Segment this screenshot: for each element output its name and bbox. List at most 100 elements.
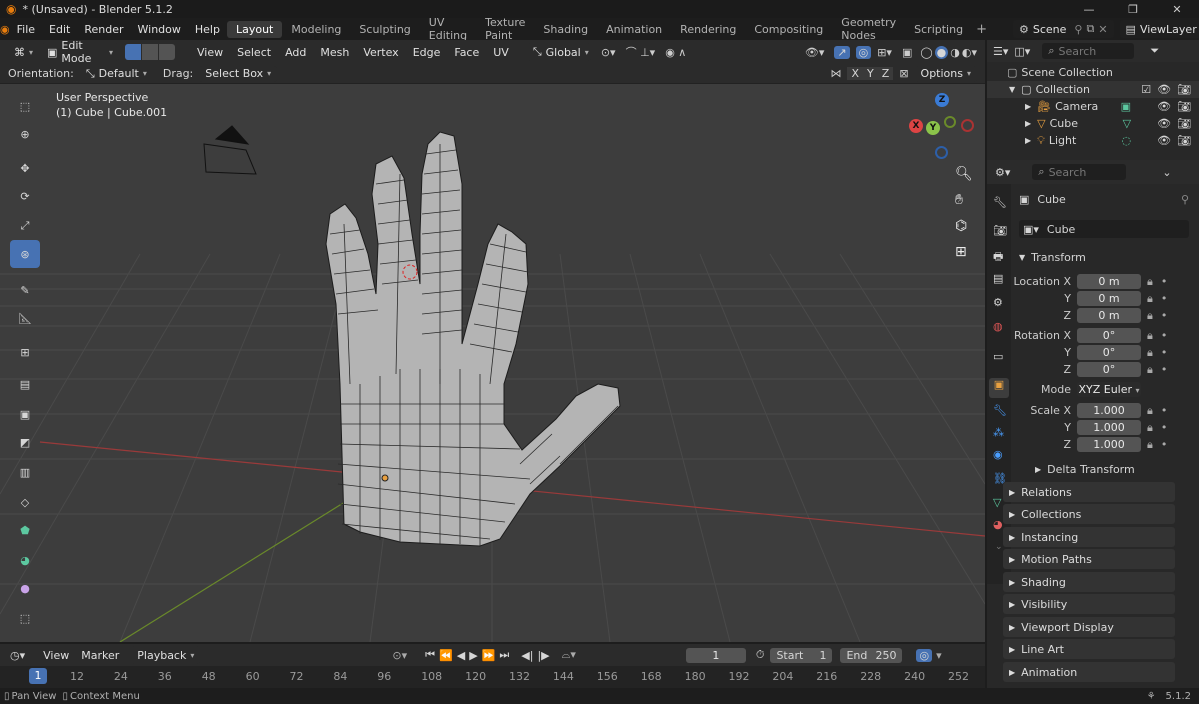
tool-tab-icon[interactable]: 🔧︎ <box>993 196 1007 209</box>
location-z-field[interactable]: 0 m <box>1077 308 1141 323</box>
scene-tab-icon[interactable]: ⚙ <box>993 296 1003 309</box>
collection-tab-icon[interactable]: ▭ <box>993 350 1003 363</box>
remove-scene-icon[interactable]: ✕ <box>1098 23 1107 36</box>
menu-view[interactable]: View <box>191 46 229 59</box>
visibility-icon[interactable]: 👁▾ <box>805 46 825 59</box>
menu-uv[interactable]: UV <box>487 46 515 59</box>
world-tab-icon[interactable]: ◍ <box>993 320 1003 333</box>
keyframe-icon[interactable]: • <box>1161 309 1168 322</box>
view-layer-selector[interactable]: ▤ ViewLayer <box>1119 20 1199 38</box>
lock-icon[interactable]: 🔒︎ <box>1147 404 1153 418</box>
annotate-tool-icon[interactable]: ✎ <box>10 276 40 304</box>
scale-x-field[interactable]: 1.000 <box>1077 403 1141 418</box>
pin-icon[interactable]: ⚲ <box>1181 193 1189 206</box>
gizmo-z-axis[interactable]: Z <box>935 93 949 107</box>
object-tab-icon[interactable]: ▣ <box>989 378 1009 398</box>
tab-shading[interactable]: Shading <box>534 21 597 38</box>
scene-collection-row[interactable]: ▢ Scene Collection <box>987 64 1199 81</box>
scale-y-field[interactable]: 1.000 <box>1077 420 1141 435</box>
maximize-button[interactable]: ❐ <box>1111 3 1155 16</box>
overlay-toggle-icon[interactable]: ◎ <box>916 648 933 662</box>
gizmo-y-axis[interactable]: Y <box>926 121 940 135</box>
output-tab-icon[interactable]: 🖶 <box>993 248 1003 267</box>
keyframe-icon[interactable]: • <box>1161 275 1168 288</box>
menu-help[interactable]: Help <box>188 23 227 36</box>
mirror-axis-z[interactable]: Z <box>877 67 894 80</box>
new-scene-icon[interactable]: ⧉ <box>1086 22 1094 36</box>
collection-row[interactable]: ▼ ▢ Collection ☑ 👁︎ 📷︎ <box>987 81 1199 98</box>
particles-tab-icon[interactable]: ⁂ <box>993 426 1004 439</box>
panel-shading[interactable]: ▶ Shading <box>1003 572 1175 592</box>
keyframe-icon[interactable]: • <box>1161 363 1168 376</box>
mirror-axis-y[interactable]: Y <box>863 67 878 80</box>
filter-icon[interactable]: ⏷ <box>1150 44 1159 58</box>
data-tab-icon[interactable]: ▽ <box>993 496 1001 509</box>
exclude-checkbox-icon[interactable]: ☑ <box>1141 83 1151 96</box>
record-icon[interactable]: ⊙▾ <box>392 649 407 662</box>
panel-instancing[interactable]: ▶ Instancing <box>1003 527 1175 547</box>
lock-icon[interactable]: 🔒︎ <box>1147 309 1153 323</box>
keyframe-icon[interactable]: • <box>1161 329 1168 342</box>
next-keyframe-icon[interactable]: |▶ <box>537 649 549 662</box>
tab-rendering[interactable]: Rendering <box>671 21 745 38</box>
face-select-icon[interactable] <box>159 44 176 60</box>
expand-icon[interactable]: ▶ <box>1025 136 1031 145</box>
light-data-icon[interactable]: ◌ <box>1121 134 1131 147</box>
timeline-menu-view[interactable]: View <box>37 649 75 662</box>
vertex-select-icon[interactable] <box>125 44 142 60</box>
keyframe-icon[interactable]: • <box>1161 421 1168 434</box>
delta-transform-subpanel[interactable]: ▶ Delta Transform <box>1035 460 1185 478</box>
panel-motion-paths[interactable]: ▶ Motion Paths <box>1003 549 1175 569</box>
close-button[interactable]: ✕ <box>1155 3 1199 16</box>
modifier-tab-icon[interactable]: 🔧︎ <box>993 404 1007 417</box>
options-dropdown[interactable]: Options ▾ <box>914 65 977 82</box>
camera-data-icon[interactable]: ▣ <box>1121 100 1131 113</box>
transform-panel-header[interactable]: ▼ Transform <box>1019 248 1189 266</box>
mirror-axis-x[interactable]: X <box>847 67 864 80</box>
eye-icon[interactable]: 👁︎ <box>1157 117 1171 130</box>
auto-keying-icon[interactable]: ⌓▾ <box>562 648 576 662</box>
rotation-mode-dropdown[interactable]: XYZ Euler ▾ <box>1077 382 1141 397</box>
solid-shading-icon[interactable]: ● <box>934 45 949 59</box>
lock-icon[interactable]: 🔒︎ <box>1147 438 1153 452</box>
pin-icon[interactable]: ⚲ <box>1074 23 1082 36</box>
keyframe-icon[interactable]: • <box>1161 346 1168 359</box>
proportional-edit-icon[interactable]: ◉ ∧ <box>665 46 686 59</box>
rendered-shading-icon[interactable]: ◐▾ <box>962 46 977 59</box>
drag-dropdown[interactable]: Select Box ▾ <box>199 65 278 82</box>
tab-layout[interactable]: Layout <box>226 20 283 38</box>
rotate-tool-icon[interactable]: ⟳ <box>10 182 40 210</box>
panel-line-art[interactable]: ▶ Line Art <box>1003 639 1175 659</box>
tab-compositing[interactable]: Compositing <box>745 21 832 38</box>
camera-object[interactable] <box>203 125 257 175</box>
tab-scripting[interactable]: Scripting <box>905 21 972 38</box>
menu-edge[interactable]: Edge <box>407 46 447 59</box>
location-y-field[interactable]: 0 m <box>1077 291 1141 306</box>
menu-select[interactable]: Select <box>231 46 277 59</box>
shrink-fatten-tool-icon[interactable]: ⬚ <box>10 604 40 632</box>
menu-add[interactable]: Add <box>279 46 312 59</box>
menu-vertex[interactable]: Vertex <box>357 46 404 59</box>
panel-viewport-display[interactable]: ▶ Viewport Display <box>1003 617 1175 637</box>
camera-render-icon[interactable]: 📷︎ <box>1177 134 1191 147</box>
gizmo-neg-y[interactable] <box>944 116 956 128</box>
bevel-tool-icon[interactable]: ◩ <box>10 428 40 456</box>
pivot-icon[interactable]: ⊙▾ <box>601 46 616 59</box>
menu-window[interactable]: Window <box>131 23 188 36</box>
editor-type-selector[interactable]: ⌘ ▾ <box>8 43 39 61</box>
blender-menu-icon[interactable]: ◉ <box>0 23 10 36</box>
measure-tool-icon[interactable]: 📐︎ <box>10 304 40 332</box>
timeline-menu-marker[interactable]: Marker <box>75 649 125 662</box>
outliner-editor-icon[interactable]: ☰▾ <box>993 45 1008 58</box>
gizmo-neg-x[interactable] <box>961 119 974 132</box>
outliner-item-light[interactable]: ▶ 💡︎ Light ◌ 👁︎ 📷︎ <box>987 132 1199 149</box>
gizmo-toggle-icon[interactable]: ↗ <box>834 45 850 59</box>
scale-tool-icon[interactable]: ⤢ <box>10 212 40 240</box>
auto-merge-icon[interactable]: ⊠ <box>899 67 908 80</box>
outliner-item-cube[interactable]: ▶ ▽ Cube ▽ 👁︎ 📷︎ <box>987 115 1199 132</box>
add-cube-tool-icon[interactable]: ⊞ <box>10 338 40 366</box>
more-tabs-icon[interactable]: ⌄ <box>995 542 1003 552</box>
play-reverse-icon[interactable]: ◀ <box>457 649 465 662</box>
expand-icon[interactable]: ▶ <box>1025 119 1031 128</box>
wireframe-shading-icon[interactable]: ◯ <box>920 46 932 59</box>
